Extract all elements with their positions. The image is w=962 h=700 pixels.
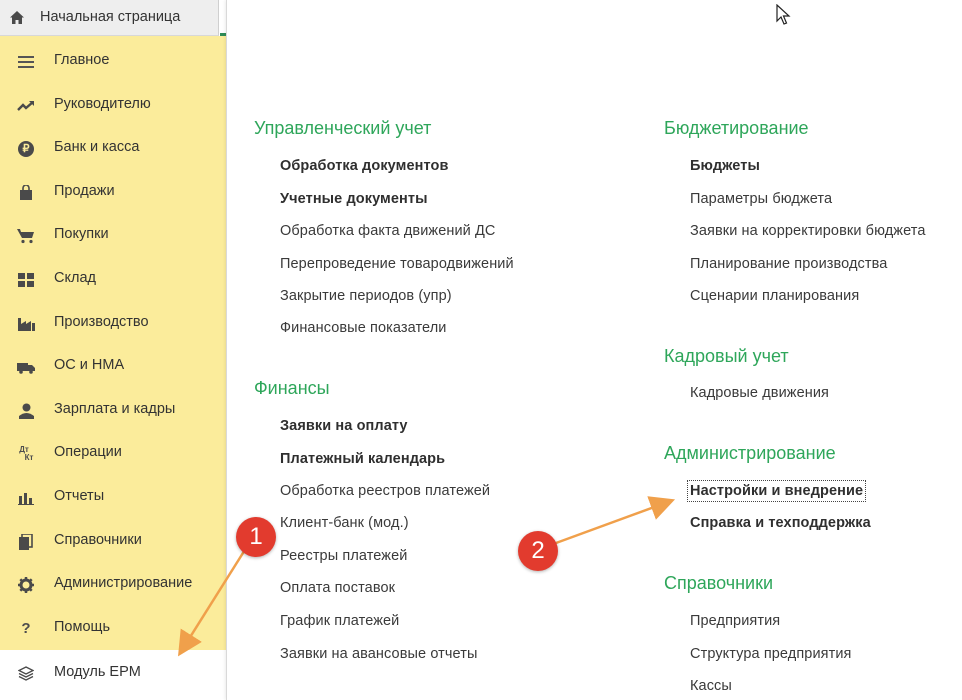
arrow-to-settings [555,496,676,545]
annotation-arrows [178,496,676,657]
arrow-to-epm-module [178,544,250,657]
annotation-badge-1: 1 [236,517,276,557]
annotation-badge-2: 2 [518,531,558,571]
mouse-cursor-icon [776,4,791,25]
